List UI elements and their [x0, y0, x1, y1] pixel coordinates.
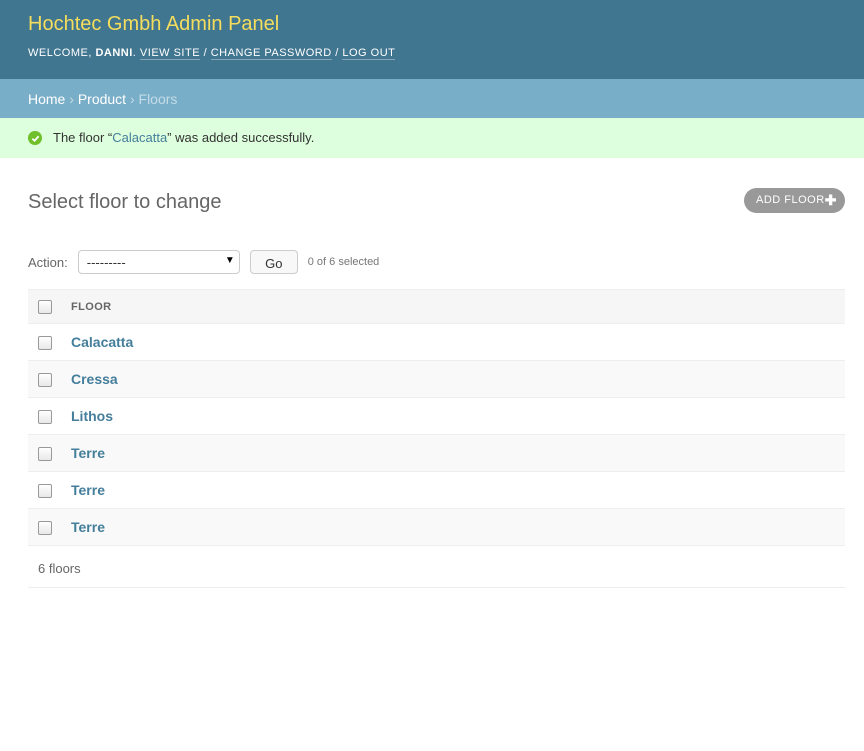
username: Danni [95, 47, 133, 59]
welcome-text: Welcome, [28, 47, 96, 59]
table-row: Cressa [28, 360, 845, 398]
action-select-value: --------- [86, 255, 126, 270]
table-row: Terre [28, 471, 845, 509]
row-checkbox[interactable] [38, 372, 52, 387]
results-table-container: Floor Calacatta Cressa Lithos [28, 289, 845, 588]
message-suffix: ” was added successfully. [167, 130, 315, 145]
success-check-icon [28, 131, 42, 145]
floor-link[interactable]: Terre [71, 445, 105, 461]
view-site-link[interactable]: View site [139, 47, 201, 60]
floor-link[interactable]: Terre [71, 482, 105, 498]
dropdown-caret-icon: ▼ [224, 255, 235, 266]
row-checkbox[interactable] [38, 335, 52, 350]
results-table: Floor Calacatta Cressa Lithos [28, 289, 845, 546]
selection-counter: 0 of 6 selected [307, 256, 380, 268]
floor-link[interactable]: Lithos [71, 408, 113, 424]
select-all-checkbox[interactable] [38, 299, 52, 314]
page-title: Select floor to change [28, 191, 222, 213]
breadcrumb-home[interactable]: Home [28, 91, 65, 107]
change-password-link[interactable]: Change password [210, 47, 332, 60]
floor-link[interactable]: Cressa [71, 371, 118, 387]
site-branding[interactable]: Hochtec Gmbh Admin Panel [28, 12, 836, 36]
breadcrumb-product[interactable]: Product [78, 91, 126, 107]
floor-link[interactable]: Calacatta [71, 334, 133, 350]
breadcrumb-separator: › [69, 91, 74, 107]
table-row: Calacatta [28, 323, 845, 361]
row-checkbox[interactable] [38, 446, 52, 461]
add-floor-button[interactable]: Add floor ✚ [744, 188, 845, 213]
table-row: Terre [28, 508, 845, 546]
row-checkbox[interactable] [38, 483, 52, 498]
paginator: 6 floors [28, 546, 845, 588]
action-select[interactable]: --------- ▼ [77, 250, 240, 274]
plus-icon: ✚ [824, 192, 837, 208]
log-out-link[interactable]: Log out [342, 47, 396, 60]
select-all-cell [28, 289, 71, 324]
user-tools: Welcome, Danni. View site / Change passw… [28, 47, 396, 60]
site-header: Hochtec Gmbh Admin Panel Welcome, Danni.… [0, 0, 864, 79]
breadcrumb: Home › Product › Floors [0, 79, 864, 118]
table-row: Lithos [28, 397, 845, 435]
table-row: Terre [28, 434, 845, 472]
floor-link[interactable]: Terre [71, 519, 105, 535]
message-floor-link[interactable]: Calacatta [112, 130, 167, 145]
breadcrumb-current: Floors [138, 91, 178, 107]
column-header-floor[interactable]: Floor [71, 289, 845, 324]
row-checkbox[interactable] [38, 520, 52, 535]
success-message: The floor “Calacatta” was added successf… [0, 118, 864, 158]
action-label: Action: [28, 254, 68, 270]
add-floor-label: Add floor [756, 194, 825, 206]
action-bar: Action: --------- ▼ Go 0 of 6 selected [28, 250, 845, 274]
row-checkbox[interactable] [38, 409, 52, 424]
breadcrumb-separator: › [129, 91, 135, 107]
message-prefix: The floor “ [53, 130, 113, 145]
go-button[interactable]: Go [249, 250, 298, 274]
